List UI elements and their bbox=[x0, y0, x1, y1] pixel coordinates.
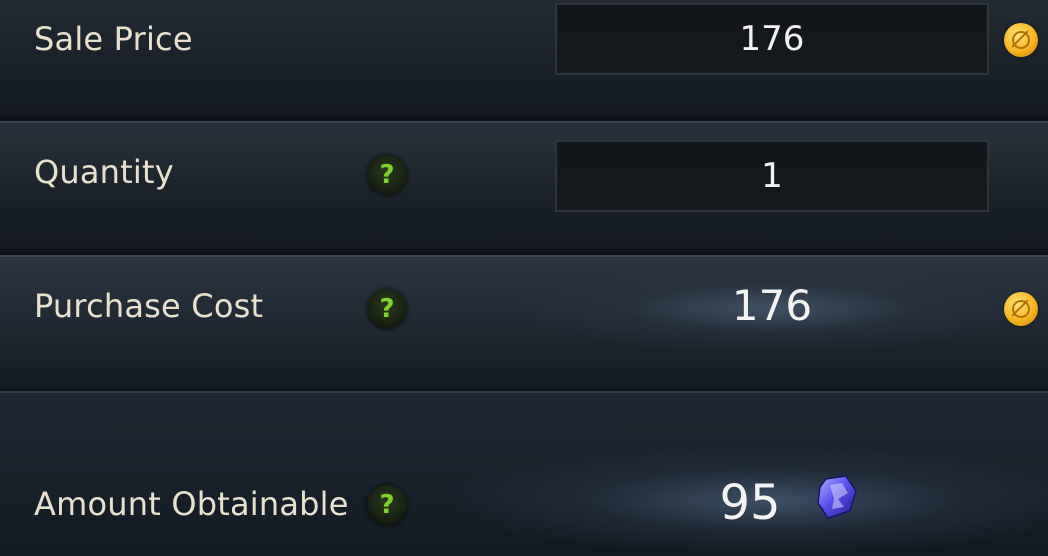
help-icon[interactable]: ? bbox=[367, 289, 407, 329]
purchase-cost-row: Purchase Cost ? 176 bbox=[0, 255, 1048, 388]
quantity-input[interactable]: 1 bbox=[555, 140, 989, 212]
amount-obtainable-row: Amount Obtainable ? 95 bbox=[0, 391, 1048, 556]
blue-crystal-icon bbox=[817, 475, 857, 519]
help-icon[interactable]: ? bbox=[367, 155, 407, 195]
gold-coin-icon bbox=[1004, 292, 1038, 326]
sale-price-input[interactable]: 176 bbox=[555, 3, 989, 75]
help-icon[interactable]: ? bbox=[367, 485, 407, 525]
purchase-cost-value: 176 bbox=[731, 281, 813, 330]
quantity-label: Quantity bbox=[34, 153, 174, 191]
sale-price-label: Sale Price bbox=[34, 20, 193, 58]
sale-price-row: Sale Price 176 bbox=[0, 0, 1048, 117]
amount-obtainable-value: 95 bbox=[719, 475, 781, 531]
gold-coin-icon bbox=[1004, 23, 1038, 57]
purchase-cost-label: Purchase Cost bbox=[34, 287, 264, 325]
quantity-row: Quantity ? 1 bbox=[0, 121, 1048, 252]
amount-obtainable-label: Amount Obtainable bbox=[34, 485, 349, 523]
